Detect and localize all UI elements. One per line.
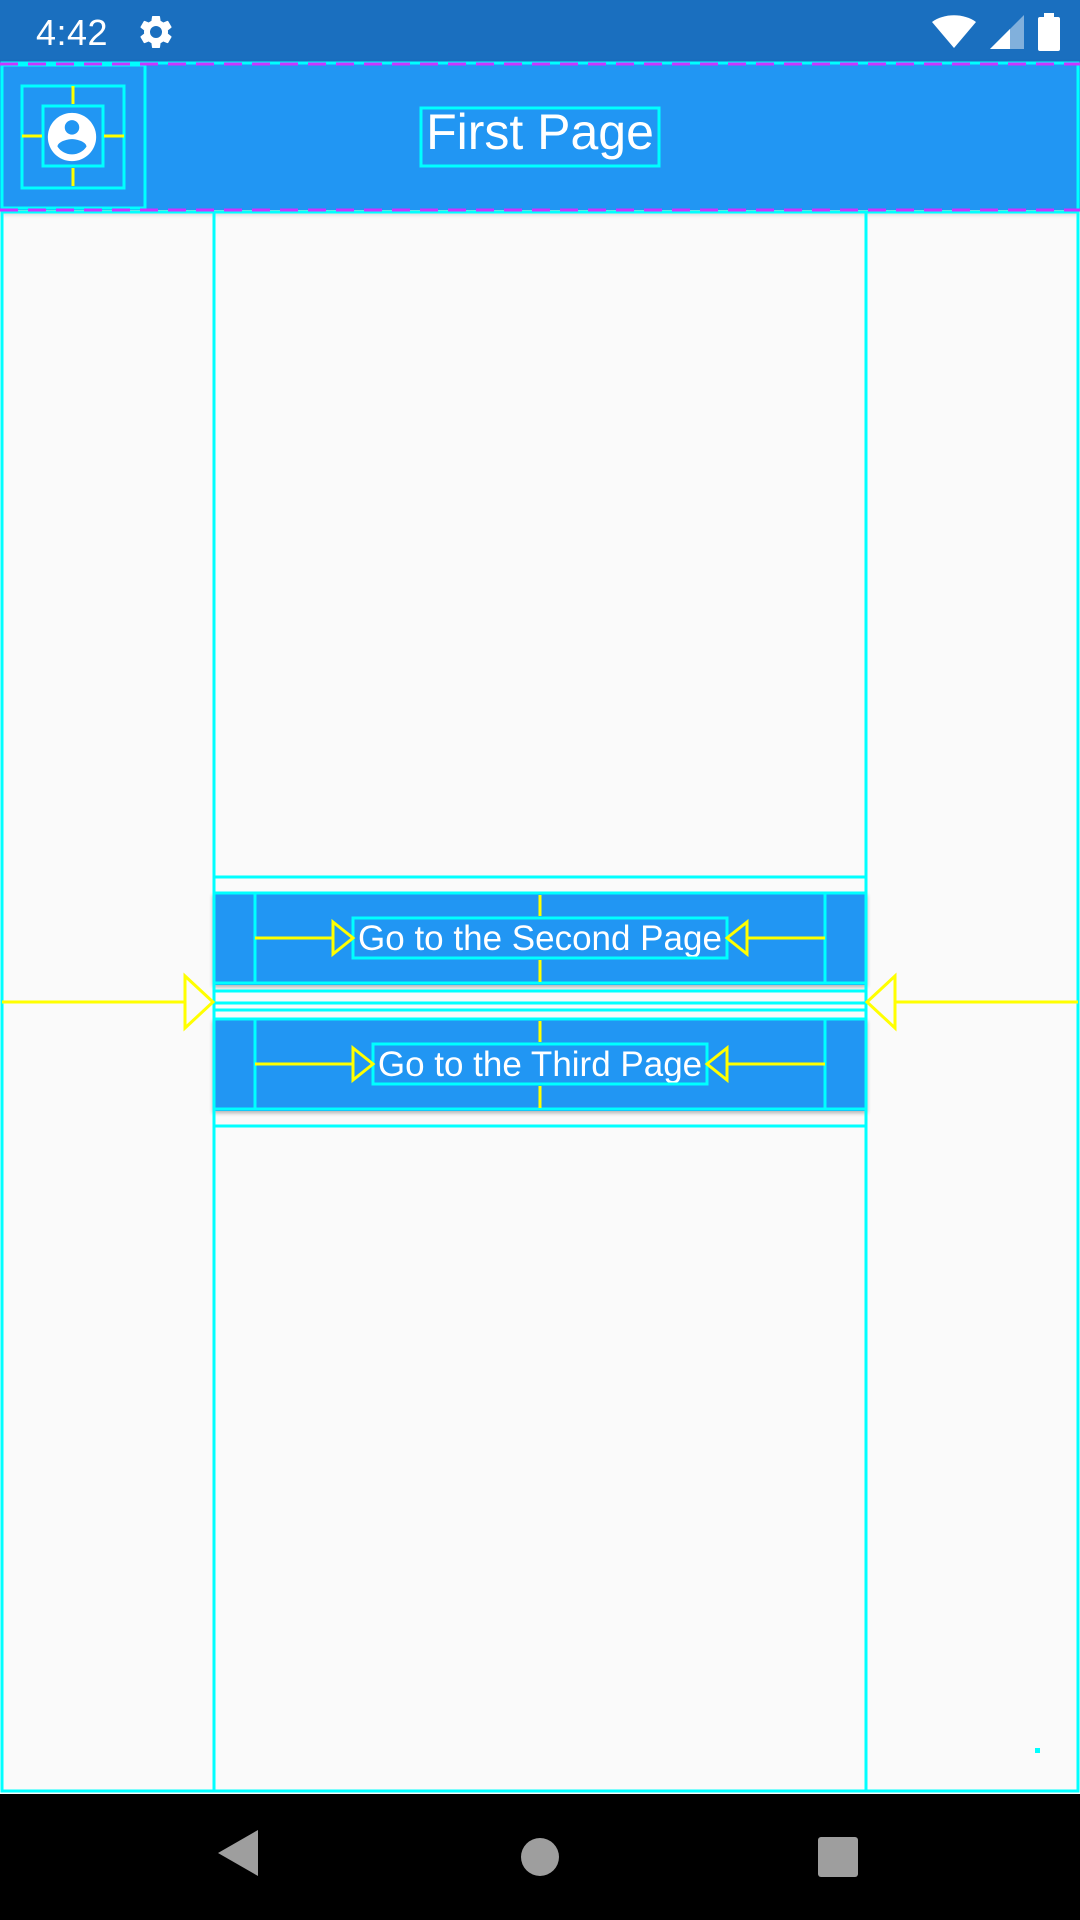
page-body: Go to the Second Page Go to the Third Pa… (0, 210, 1080, 1794)
settings-gear-icon (140, 15, 172, 48)
page-title: First Page (426, 104, 654, 160)
wifi-icon (932, 15, 976, 48)
navigation-bar (0, 1794, 1080, 1920)
back-icon[interactable] (218, 1830, 258, 1876)
status-time: 4:42 (36, 12, 109, 53)
recents-icon[interactable] (818, 1837, 858, 1877)
signal-icon (990, 15, 1024, 49)
status-bar: 4:42 (0, 0, 1080, 63)
app-bar: First Page (0, 63, 1080, 210)
home-icon[interactable] (521, 1838, 559, 1876)
third-page-button-label: Go to the Third Page (377, 1045, 703, 1084)
go-to-second-page-button[interactable]: Go to the Second Page (213, 893, 867, 985)
battery-icon (1038, 13, 1060, 51)
second-page-button-label: Go to the Second Page (358, 919, 722, 958)
go-to-third-page-button[interactable]: Go to the Third Page (213, 1019, 867, 1111)
